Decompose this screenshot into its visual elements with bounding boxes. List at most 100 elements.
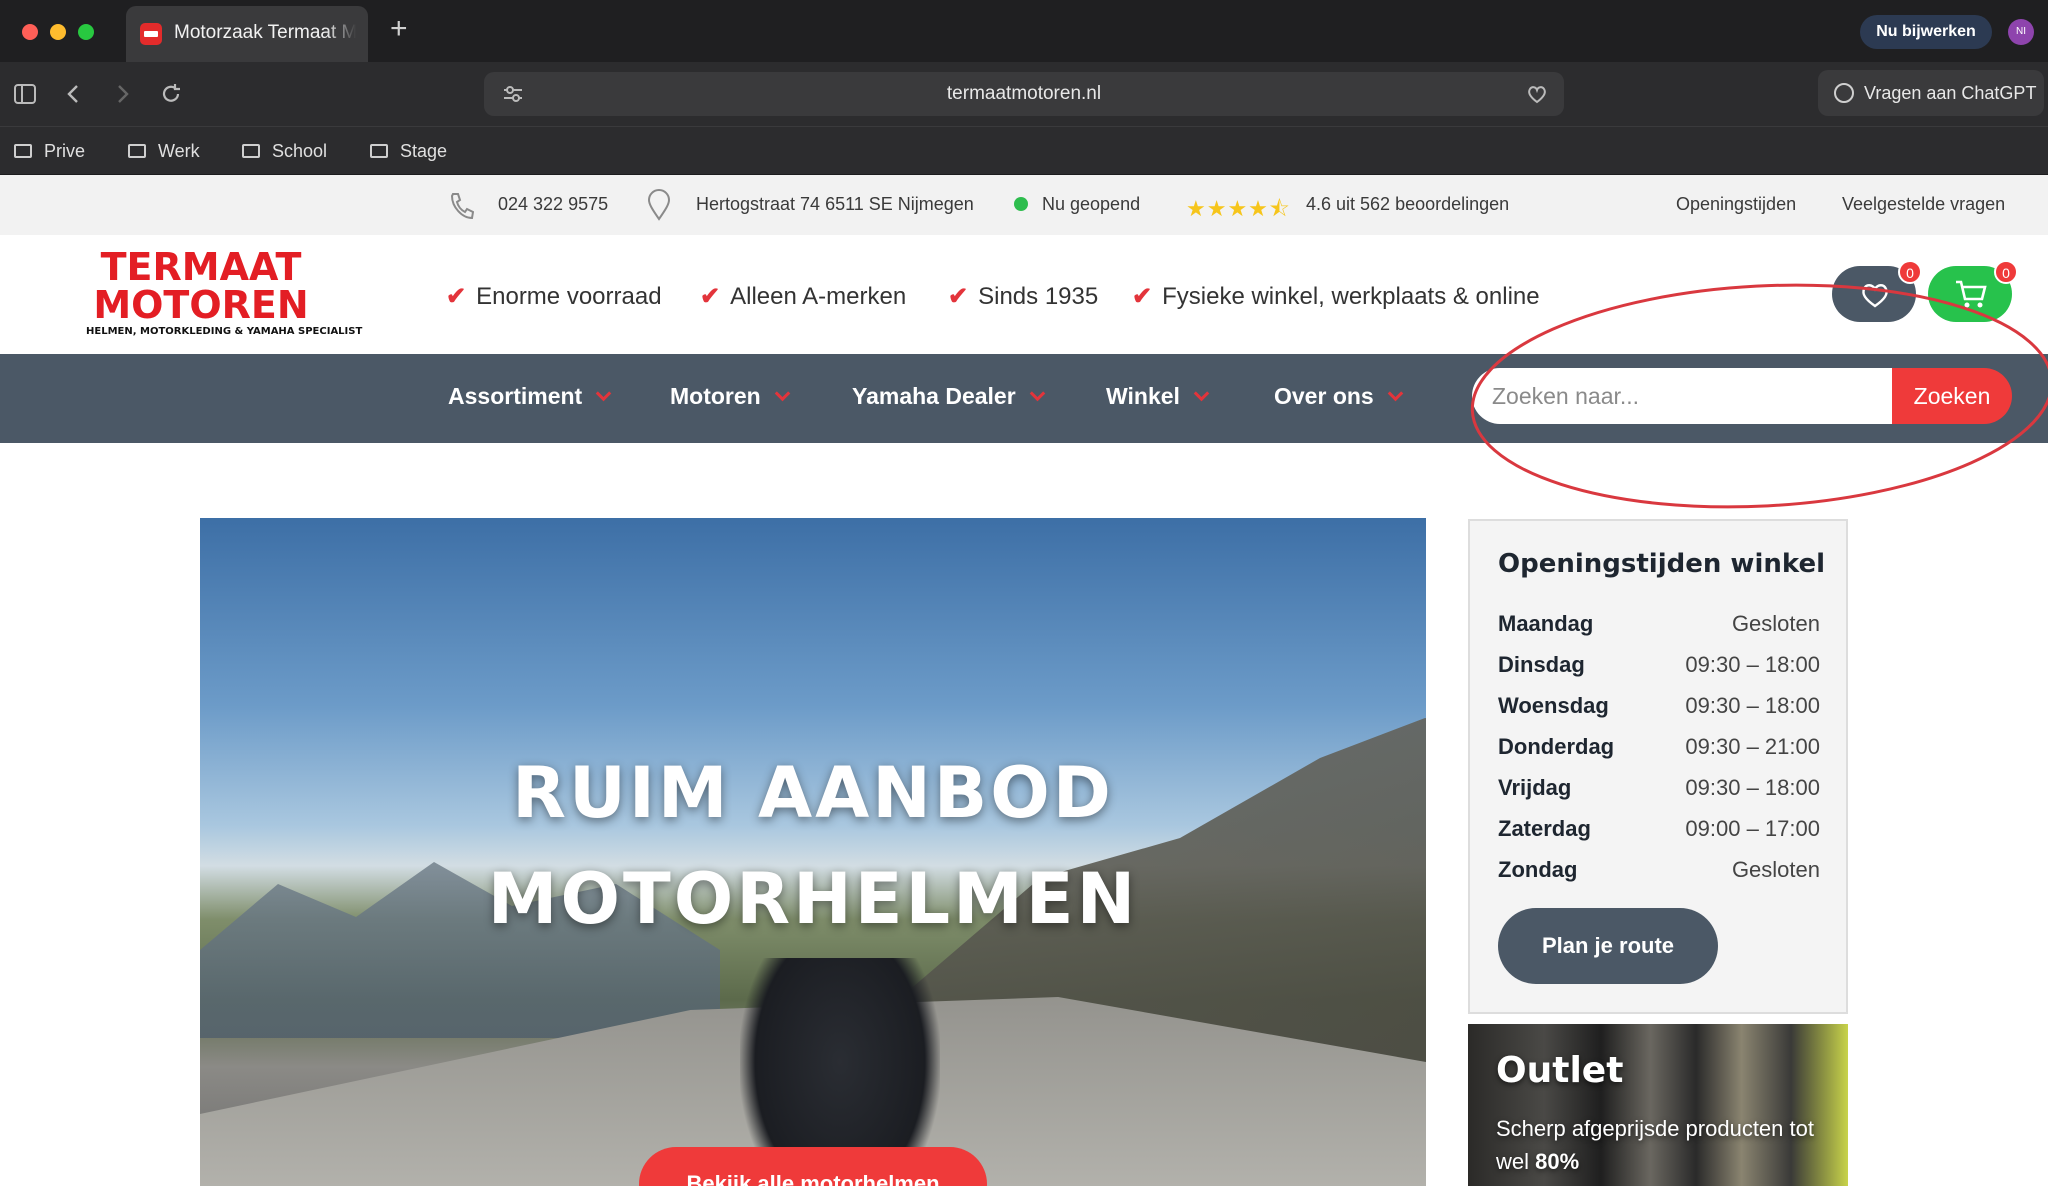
outlet-banner[interactable]: Outlet Scherp afgeprijsde producten tot … xyxy=(1468,1024,1848,1186)
rating-text[interactable]: 4.6 uit 562 beoordelingen xyxy=(1306,194,1509,215)
minimize-window-button[interactable] xyxy=(50,24,66,40)
logo-line-2: MOTOREN xyxy=(93,283,309,327)
hours-day: Zaterdag xyxy=(1498,816,1591,841)
tab-bar: Motorzaak Termaat Motoren + Nu bijwerken… xyxy=(0,0,2048,62)
usp-item: ✔ Alleen A-merken xyxy=(700,282,906,311)
search-input[interactable] xyxy=(1472,368,1892,424)
hours-time: 09:00 – 17:00 xyxy=(1685,816,1820,841)
nav-item-winkel[interactable]: Winkel xyxy=(1106,383,1210,410)
folder-icon xyxy=(242,144,260,158)
open-status-dot-icon xyxy=(1014,197,1028,211)
plan-route-button[interactable]: Plan je route xyxy=(1498,908,1718,984)
nav-item-assortiment[interactable]: Assortiment xyxy=(448,383,612,410)
hours-day: Donderdag xyxy=(1498,734,1615,759)
chevron-down-icon xyxy=(1029,385,1045,402)
site-logo[interactable]: TERMAAT MOTOREN HELMEN, MOTORKLEDING & Y… xyxy=(86,245,363,340)
hours-row: Donderdag 09:30 – 21:00 xyxy=(1498,734,1820,766)
close-window-button[interactable] xyxy=(22,24,38,40)
hero-title: RUIM AANBOD MOTORHELMEN xyxy=(200,740,1426,952)
chevron-down-icon xyxy=(1387,385,1403,402)
forward-arrow-icon[interactable] xyxy=(116,84,130,104)
store-address[interactable]: Hertogstraat 74 6511 SE Nijmegen xyxy=(696,194,974,215)
chevron-down-icon xyxy=(595,385,612,402)
hours-time: Gesloten xyxy=(1731,611,1820,636)
website-viewport: 024 322 9575 Hertogstraat 74 6511 SE Nij… xyxy=(0,175,2048,1186)
nav-label: Assortiment xyxy=(448,383,583,409)
hours-row: Woensdag 09:30 – 18:00 xyxy=(1498,693,1820,725)
top-info-bar: 024 322 9575 Hertogstraat 74 6511 SE Nij… xyxy=(0,175,2048,235)
logo-line-1: TERMAAT xyxy=(100,245,302,289)
check-icon: ✔ xyxy=(700,283,721,310)
sidebar-toggle-icon[interactable] xyxy=(14,84,36,104)
tab-title: Motorzaak Termaat Motoren xyxy=(174,22,356,44)
zoom-window-button[interactable] xyxy=(78,24,94,40)
bookmark-folder-school[interactable]: School xyxy=(242,141,327,163)
hours-row: Dinsdag 09:30 – 18:00 xyxy=(1498,652,1820,684)
hours-time: 09:30 – 21:00 xyxy=(1685,734,1820,759)
ask-chatgpt-button[interactable]: Vragen aan ChatGPT xyxy=(1818,70,2044,116)
bookmark-folder-stage[interactable]: Stage xyxy=(370,141,447,163)
usp-label: Alleen A-merken xyxy=(730,283,907,310)
search-button[interactable]: Zoeken xyxy=(1892,368,2012,424)
folder-icon xyxy=(370,144,388,158)
hours-time: Gesloten xyxy=(1731,857,1820,882)
update-button[interactable]: Nu bijwerken xyxy=(1860,15,1992,49)
bookmark-folder-prive[interactable]: Prive xyxy=(14,141,85,163)
search-form: Zoeken xyxy=(1472,368,2012,424)
nav-label: Winkel xyxy=(1106,383,1180,409)
nav-item-motoren[interactable]: Motoren xyxy=(670,383,790,410)
bookmarks-bar: Prive Werk School Stage xyxy=(0,126,2048,174)
profile-avatar[interactable]: NI xyxy=(2008,19,2034,45)
heart-icon xyxy=(1862,284,1888,308)
hours-day: Maandag xyxy=(1498,611,1594,636)
folder-icon xyxy=(14,144,32,158)
opening-hours-card: Openingstijden winkel Maandag Gesloten Di… xyxy=(1468,519,1848,1014)
view-all-helmets-button[interactable]: Bekijk alle motorhelmen xyxy=(639,1147,987,1186)
check-icon: ✔ xyxy=(948,283,969,310)
ask-chatgpt-label: Vragen aan ChatGPT xyxy=(1864,83,2037,103)
hours-row: Zaterdag 09:00 – 17:00 xyxy=(1498,816,1820,848)
bookmark-label: Werk xyxy=(158,141,200,161)
opening-hours-title: Openingstijden winkel xyxy=(1498,549,1826,579)
address-bar[interactable]: termaatmotoren.nl xyxy=(484,72,1564,116)
bookmark-label: Stage xyxy=(400,141,448,161)
wishlist-count-badge: 0 xyxy=(1898,260,1922,284)
cart-button[interactable]: 0 xyxy=(1928,260,2018,322)
usp-label: Sinds 1935 xyxy=(978,283,1099,310)
location-pin-icon xyxy=(647,189,671,221)
url-text: termaatmotoren.nl xyxy=(946,83,1102,104)
usp-item: ✔ Enorme voorraad xyxy=(446,282,662,311)
hours-day: Vrijdag xyxy=(1498,775,1572,800)
chevron-down-icon xyxy=(774,385,790,402)
opening-hours-link[interactable]: Openingstijden xyxy=(1676,194,1796,215)
phone-icon xyxy=(450,193,474,220)
new-tab-plus-icon[interactable]: + xyxy=(390,14,408,44)
nav-item-over-ons[interactable]: Over ons xyxy=(1274,383,1403,410)
chevron-down-icon xyxy=(1193,385,1210,402)
back-arrow-icon[interactable] xyxy=(66,84,80,104)
bookmark-label: Prive xyxy=(44,141,86,161)
usp-label: Enorme voorraad xyxy=(476,283,662,310)
rating-stars-icon: ★★★★⯪ xyxy=(1186,196,1291,221)
nav-label: Over ons xyxy=(1274,383,1374,409)
active-tab[interactable]: Motorzaak Termaat Motoren xyxy=(126,6,368,62)
wishlist-button[interactable]: 0 xyxy=(1832,260,1922,322)
logo-tagline: HELMEN, MOTORKLEDING & YAMAHA SPECIALIST xyxy=(86,326,363,337)
bookmark-folder-werk[interactable]: Werk xyxy=(128,141,200,163)
hero-banner: RUIM AANBOD MOTORHELMEN Bekijk alle moto… xyxy=(200,518,1426,1186)
faq-link[interactable]: Veelgestelde vragen xyxy=(1842,194,2005,215)
check-icon: ✔ xyxy=(446,283,467,310)
phone-number[interactable]: 024 322 9575 xyxy=(498,194,608,215)
bookmark-label: School xyxy=(272,141,328,161)
hours-time: 09:30 – 18:00 xyxy=(1685,775,1820,800)
nav-label: Yamaha Dealer xyxy=(852,383,1016,409)
outlet-title: Outlet xyxy=(1496,1050,1624,1091)
outlet-discount: 80% xyxy=(1535,1149,1580,1174)
favorite-heart-icon[interactable] xyxy=(1526,83,1548,105)
hours-row: Zondag Gesloten xyxy=(1498,857,1820,889)
folder-icon xyxy=(128,144,146,158)
nav-item-yamaha-dealer[interactable]: Yamaha Dealer xyxy=(852,383,1045,410)
hours-day: Zondag xyxy=(1498,857,1578,882)
reload-icon[interactable] xyxy=(160,83,182,105)
usp-item: ✔ Sinds 1935 xyxy=(948,282,1098,311)
